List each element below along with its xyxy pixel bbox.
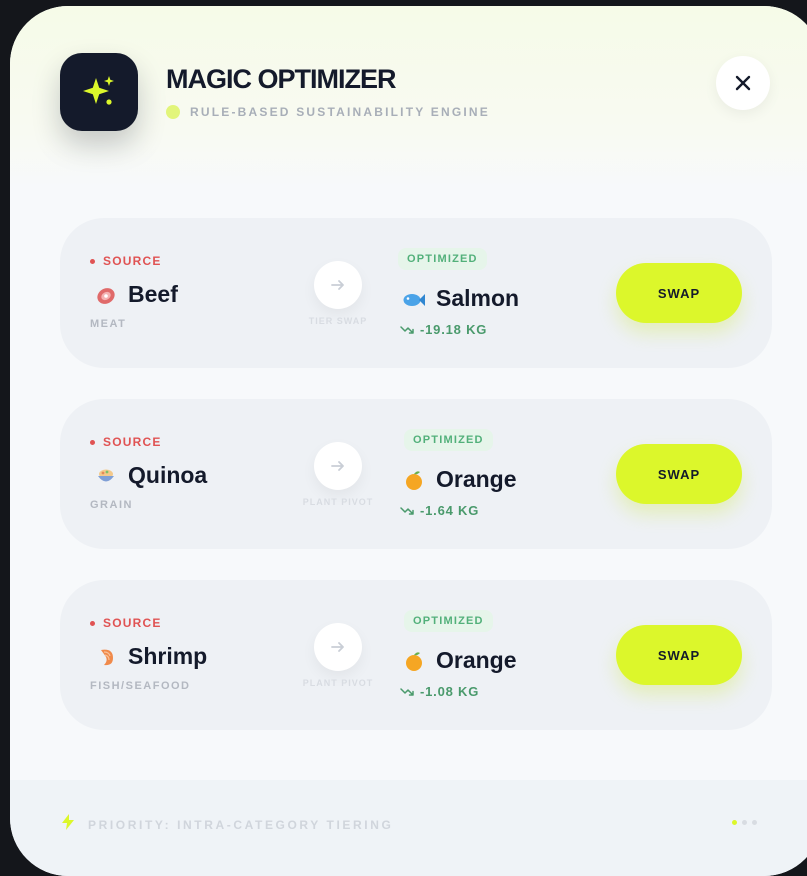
trend-down-icon xyxy=(400,506,414,516)
swap-card: SOURCE Quinoa GRAIN PLANT PIVOT OPTIMIZE… xyxy=(60,399,772,549)
lightning-icon xyxy=(60,813,76,836)
arrow-right-icon xyxy=(314,442,362,490)
source-item: Shrimp xyxy=(94,643,207,670)
page-dot[interactable] xyxy=(752,820,757,825)
target-item: Orange xyxy=(402,647,517,674)
optimizer-modal: MAGIC OPTIMIZER RULE-BASED SUSTAINABILIT… xyxy=(10,6,807,876)
swap-card: SOURCE Shrimp FISH/SEAFOOD PLANT PIVOT O… xyxy=(60,580,772,730)
page-dot[interactable] xyxy=(742,820,747,825)
source-category: MEAT xyxy=(90,318,127,330)
source-name: Shrimp xyxy=(128,643,208,669)
fish-icon xyxy=(402,287,426,311)
carbon-delta: -1.08 KG xyxy=(400,684,479,699)
modal-subtitle: RULE-BASED SUSTAINABILITY ENGINE xyxy=(190,105,490,119)
target-item: Salmon xyxy=(402,285,519,312)
grain-bowl-icon xyxy=(94,464,118,488)
arrow-right-icon xyxy=(314,623,362,671)
carbon-delta: -19.18 KG xyxy=(400,322,487,337)
target-name: Salmon xyxy=(436,285,520,311)
modal-title: MAGIC OPTIMIZER xyxy=(166,64,396,94)
modal-footer: PRIORITY: INTRA-CATEGORY TIERING xyxy=(10,780,807,876)
pivot-label: TIER SWAP xyxy=(308,316,368,326)
target-name: Orange xyxy=(436,647,517,673)
priority-text: PRIORITY: INTRA-CATEGORY TIERING xyxy=(88,817,394,832)
orange-icon xyxy=(402,649,426,673)
close-button[interactable] xyxy=(716,56,770,110)
swap-button[interactable]: SWAP xyxy=(616,444,742,504)
source-item: Beef xyxy=(94,281,178,308)
source-name: Beef xyxy=(128,281,178,307)
source-category: FISH/SEAFOOD xyxy=(90,680,191,692)
orange-icon xyxy=(402,468,426,492)
modal-subtitle-row: RULE-BASED SUSTAINABILITY ENGINE xyxy=(166,105,490,119)
source-label: SOURCE xyxy=(90,254,162,268)
trend-down-icon xyxy=(400,325,414,335)
page-indicator xyxy=(732,820,762,825)
optimized-badge: OPTIMIZED xyxy=(398,248,487,270)
trend-down-icon xyxy=(400,687,414,697)
swap-button[interactable]: SWAP xyxy=(616,625,742,685)
meat-icon xyxy=(94,283,118,307)
source-label: SOURCE xyxy=(90,616,162,630)
sparkles-icon xyxy=(60,53,138,131)
page-dot[interactable] xyxy=(732,820,737,825)
target-item: Orange xyxy=(402,466,517,493)
pivot-label: PLANT PIVOT xyxy=(302,497,374,507)
priority-row: PRIORITY: INTRA-CATEGORY TIERING xyxy=(60,813,393,836)
pivot-label: PLANT PIVOT xyxy=(302,678,374,688)
optimized-badge: OPTIMIZED xyxy=(404,429,493,451)
optimized-badge: OPTIMIZED xyxy=(404,610,493,632)
source-name: Quinoa xyxy=(128,462,208,488)
modal-header: MAGIC OPTIMIZER RULE-BASED SUSTAINABILIT… xyxy=(10,6,807,186)
swap-card: SOURCE Beef MEAT TIER SWAP OPTIMIZED Sal… xyxy=(60,218,772,368)
source-item: Quinoa xyxy=(94,462,207,489)
target-name: Orange xyxy=(436,466,517,492)
close-icon xyxy=(735,75,751,91)
status-dot xyxy=(166,105,180,119)
source-category: GRAIN xyxy=(90,499,133,511)
arrow-right-icon xyxy=(314,261,362,309)
swap-button[interactable]: SWAP xyxy=(616,263,742,323)
carbon-delta: -1.64 KG xyxy=(400,503,479,518)
shrimp-icon xyxy=(94,645,118,669)
source-label: SOURCE xyxy=(90,435,162,449)
